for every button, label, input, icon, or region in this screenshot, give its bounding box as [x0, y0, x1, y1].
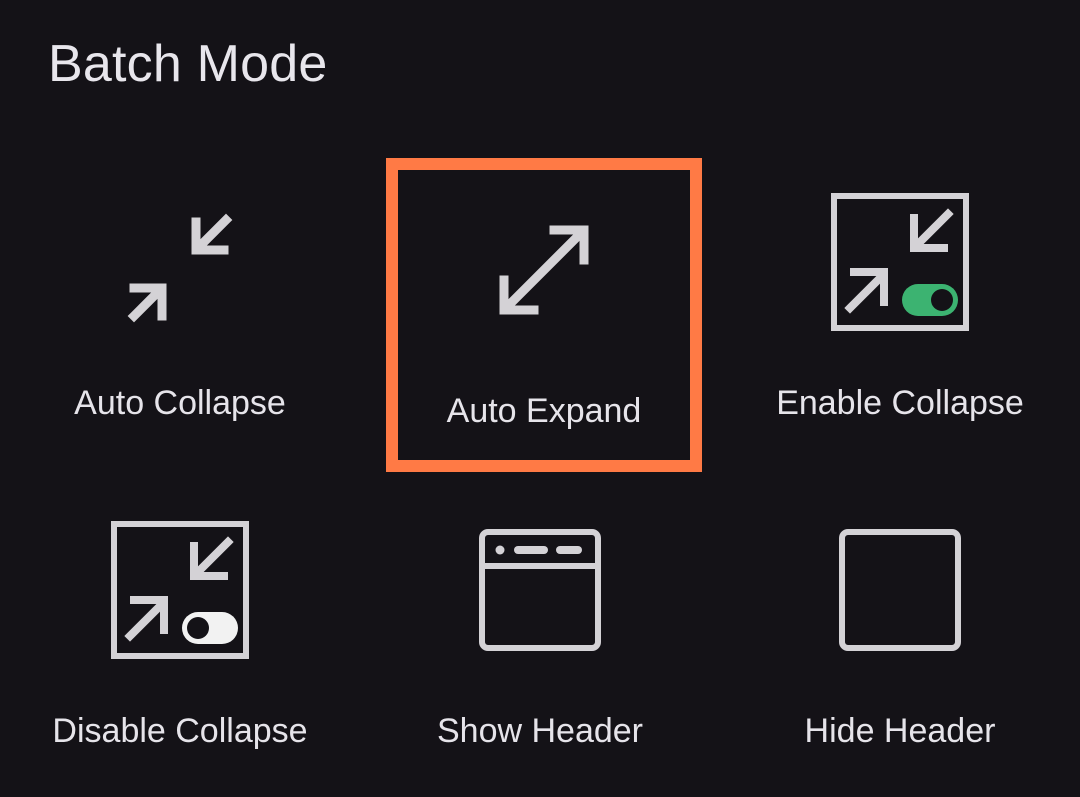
- collapse-toggle-off-icon: [111, 521, 249, 659]
- page-title: Batch Mode: [48, 35, 328, 93]
- tile-label: Auto Expand: [446, 392, 642, 430]
- tile-label: Show Header: [436, 712, 643, 750]
- auto-expand-button[interactable]: Auto Expand: [386, 158, 702, 472]
- tile-label: Disable Collapse: [52, 712, 308, 750]
- collapse-toggle-on-icon: [831, 193, 969, 331]
- auto-collapse-button[interactable]: Auto Collapse: [10, 162, 350, 462]
- expand-arrows-icon: [499, 225, 589, 315]
- window-header-icon: [479, 529, 601, 651]
- tile-label: Enable Collapse: [776, 384, 1024, 422]
- tile-label: Auto Collapse: [74, 384, 286, 422]
- tile-label: Hide Header: [804, 712, 996, 750]
- collapse-arrows-icon: [127, 213, 233, 323]
- show-header-button[interactable]: Show Header: [370, 490, 710, 790]
- empty-window-icon: [839, 529, 961, 651]
- enable-collapse-button[interactable]: Enable Collapse: [730, 162, 1070, 462]
- hide-header-button[interactable]: Hide Header: [730, 490, 1070, 790]
- disable-collapse-button[interactable]: Disable Collapse: [10, 490, 350, 790]
